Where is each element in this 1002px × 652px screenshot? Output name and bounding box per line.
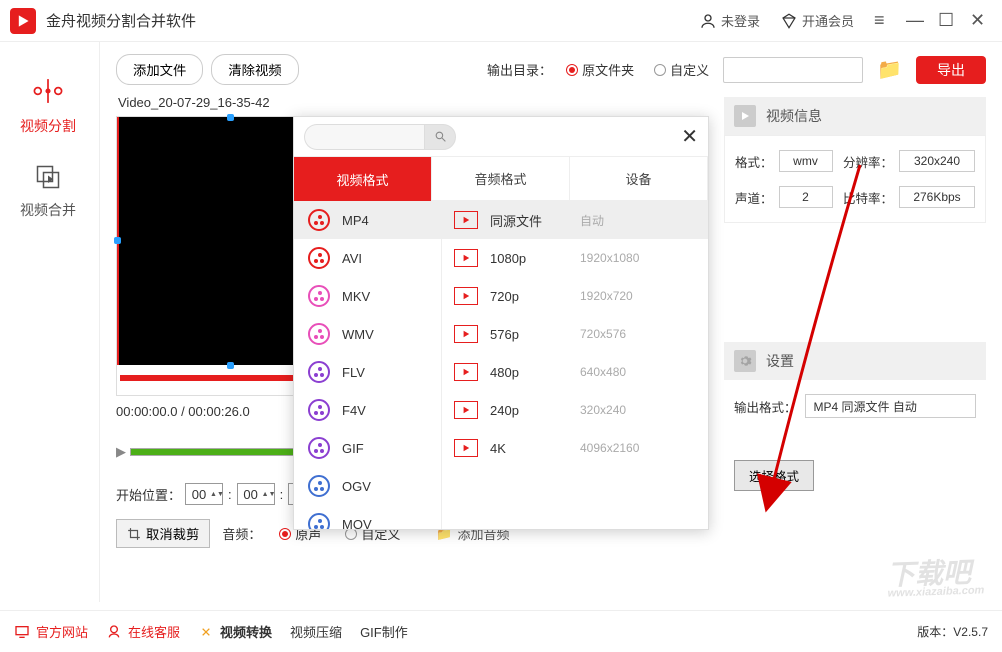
start-min-stepper[interactable]: 00▲▼ bbox=[237, 483, 275, 505]
radio-original-folder[interactable]: 原文件夹 bbox=[566, 60, 634, 79]
format-label: 格式： bbox=[735, 152, 773, 171]
start-hour-stepper[interactable]: 00▲▼ bbox=[185, 483, 223, 505]
format-item-mp4[interactable]: MP4 bbox=[294, 201, 441, 239]
video-icon bbox=[454, 287, 478, 305]
video-icon bbox=[454, 401, 478, 419]
gear-icon bbox=[734, 350, 756, 372]
resolution-item-5[interactable]: 240p320x240 bbox=[442, 391, 708, 429]
headset-icon bbox=[106, 624, 122, 640]
user-icon bbox=[699, 12, 717, 30]
popup-close-button[interactable]: ✕ bbox=[681, 124, 698, 149]
resolution-item-6[interactable]: 4K4096x2160 bbox=[442, 429, 708, 467]
crop-icon bbox=[127, 527, 141, 541]
play-icon bbox=[734, 105, 756, 127]
format-value: wmv bbox=[779, 150, 833, 172]
browse-folder-icon[interactable]: 📁 bbox=[871, 57, 908, 82]
video-icon bbox=[454, 325, 478, 343]
cancel-crop-button[interactable]: 取消裁剪 bbox=[116, 519, 210, 548]
video-icon bbox=[454, 211, 478, 229]
format-item-flv[interactable]: FLV bbox=[294, 353, 441, 391]
choose-format-button[interactable]: 选择格式 bbox=[734, 460, 814, 491]
bitrate-label: 比特率： bbox=[843, 188, 893, 207]
sidebar-item-split[interactable]: 视频分割 bbox=[0, 62, 99, 148]
format-search-input[interactable] bbox=[304, 124, 424, 150]
monitor-icon bbox=[14, 624, 30, 640]
output-dir-label: 输出目录： bbox=[487, 60, 552, 79]
format-item-gif[interactable]: GIF bbox=[294, 429, 441, 467]
diamond-icon bbox=[780, 12, 798, 30]
app-icon bbox=[10, 8, 36, 34]
close-button[interactable]: ✕ bbox=[960, 0, 992, 42]
reel-icon bbox=[308, 399, 330, 421]
reel-icon bbox=[308, 285, 330, 307]
settings-header: 设置 bbox=[724, 342, 986, 380]
export-button[interactable]: 导出 bbox=[916, 56, 986, 84]
output-dir-input[interactable] bbox=[723, 57, 863, 83]
format-item-mov[interactable]: MOV bbox=[294, 505, 441, 529]
vip-button[interactable]: 开通会员 bbox=[770, 0, 864, 42]
radio-custom-folder[interactable]: 自定义 bbox=[654, 60, 709, 79]
slider-start-marker[interactable]: ▶ bbox=[116, 444, 126, 460]
reel-icon bbox=[308, 247, 330, 269]
format-item-f4v[interactable]: F4V bbox=[294, 391, 441, 429]
video-icon bbox=[454, 249, 478, 267]
format-item-ogv[interactable]: OGV bbox=[294, 467, 441, 505]
login-button[interactable]: 未登录 bbox=[689, 0, 770, 42]
add-file-button[interactable]: 添加文件 bbox=[116, 54, 203, 85]
reel-icon bbox=[308, 437, 330, 459]
app-title: 金舟视频分割合并软件 bbox=[46, 10, 196, 31]
format-item-wmv[interactable]: WMV bbox=[294, 315, 441, 353]
format-item-mkv[interactable]: MKV bbox=[294, 277, 441, 315]
format-popup: ✕ 视频格式 音频格式 设备 MP4AVIMKVWMVFLVF4VGIFOGVM… bbox=[293, 116, 709, 530]
plug-icon bbox=[198, 624, 214, 640]
output-format-label: 输出格式： bbox=[734, 397, 797, 416]
reel-icon bbox=[308, 475, 330, 497]
resolution-item-3[interactable]: 576p720x576 bbox=[442, 315, 708, 353]
tab-video-format[interactable]: 视频格式 bbox=[294, 157, 432, 201]
video-icon bbox=[454, 363, 478, 381]
start-pos-label: 开始位置： bbox=[116, 485, 181, 504]
resolution-item-2[interactable]: 720p1920x720 bbox=[442, 277, 708, 315]
bitrate-value: 276Kbps bbox=[899, 186, 975, 208]
online-service-link[interactable]: 在线客服 bbox=[106, 622, 180, 641]
resolution-item-4[interactable]: 480p640x480 bbox=[442, 353, 708, 391]
video-icon bbox=[454, 439, 478, 457]
clear-video-button[interactable]: 清除视频 bbox=[211, 54, 298, 85]
resolution-label: 分辨率： bbox=[843, 152, 893, 171]
merge-icon bbox=[33, 162, 63, 192]
video-compress-link[interactable]: 视频压缩 bbox=[290, 622, 342, 641]
audio-label: 音频： bbox=[222, 524, 261, 543]
reel-icon bbox=[308, 361, 330, 383]
resolution-item-0[interactable]: 同源文件自动 bbox=[442, 201, 708, 239]
minimize-button[interactable]: — bbox=[896, 0, 928, 42]
maximize-button[interactable]: ☐ bbox=[928, 0, 960, 42]
gif-maker-link[interactable]: GIF制作 bbox=[360, 622, 408, 641]
search-icon bbox=[434, 130, 447, 143]
channel-value: 2 bbox=[779, 186, 833, 208]
resolution-item-1[interactable]: 1080p1920x1080 bbox=[442, 239, 708, 277]
sidebar-item-merge[interactable]: 视频合并 bbox=[0, 148, 99, 234]
channel-label: 声道： bbox=[735, 188, 773, 207]
video-convert-link[interactable]: 视频转换 bbox=[198, 622, 272, 641]
split-icon bbox=[31, 74, 65, 108]
tab-audio-format[interactable]: 音频格式 bbox=[432, 157, 570, 201]
video-info-header: 视频信息 bbox=[724, 97, 986, 135]
format-search-button[interactable] bbox=[424, 124, 456, 150]
resolution-value: 320x240 bbox=[899, 150, 975, 172]
reel-icon bbox=[308, 323, 330, 345]
format-item-avi[interactable]: AVI bbox=[294, 239, 441, 277]
reel-icon bbox=[308, 513, 330, 529]
reel-icon bbox=[308, 209, 330, 231]
official-website-link[interactable]: 官方网站 bbox=[14, 622, 88, 641]
tab-device[interactable]: 设备 bbox=[570, 157, 708, 201]
version-label: 版本：V2.5.7 bbox=[917, 623, 988, 640]
output-format-value: MP4 同源文件 自动 bbox=[805, 394, 976, 418]
menu-button[interactable]: ≡ bbox=[864, 0, 896, 42]
